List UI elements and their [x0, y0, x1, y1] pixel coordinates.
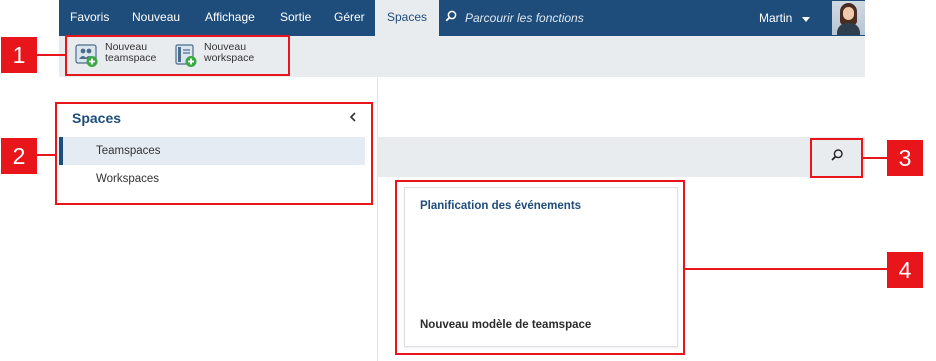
nav-affichage[interactable]: Affichage	[205, 0, 255, 36]
chevron-down-icon	[802, 16, 811, 22]
callout-line-2	[36, 154, 55, 156]
callout-marker-1: 1	[1, 37, 37, 73]
nav-favoris[interactable]: Favoris	[70, 0, 109, 36]
nav-sortie[interactable]: Sortie	[280, 0, 311, 36]
nav-spaces[interactable]: Spaces	[375, 0, 440, 36]
nav-nouveau[interactable]: Nouveau	[132, 0, 180, 36]
callout-box-4	[395, 180, 685, 355]
callout-box-1	[65, 35, 290, 76]
callout-marker-3: 3	[887, 140, 923, 176]
search-icon	[445, 9, 457, 27]
content-toolbar	[378, 137, 865, 177]
callout-line-1	[36, 54, 65, 56]
function-search[interactable]: Parcourir les fonctions	[445, 0, 584, 36]
callout-box-2	[55, 102, 373, 205]
callout-marker-4: 4	[887, 252, 923, 288]
callout-marker-2: 2	[1, 138, 37, 174]
callout-line-4	[685, 268, 887, 270]
panel-divider	[377, 77, 378, 361]
user-name: Martin	[759, 10, 793, 25]
user-menu[interactable]: Martin	[759, 0, 811, 36]
nav-gerer[interactable]: Gérer	[334, 0, 365, 36]
callout-line-3	[863, 157, 887, 159]
function-search-placeholder: Parcourir les fonctions	[465, 11, 584, 25]
top-navigation-bar: Favoris Nouveau Affichage Sortie Gérer S…	[59, 0, 865, 36]
callout-box-3	[810, 138, 863, 178]
avatar[interactable]	[832, 1, 865, 35]
